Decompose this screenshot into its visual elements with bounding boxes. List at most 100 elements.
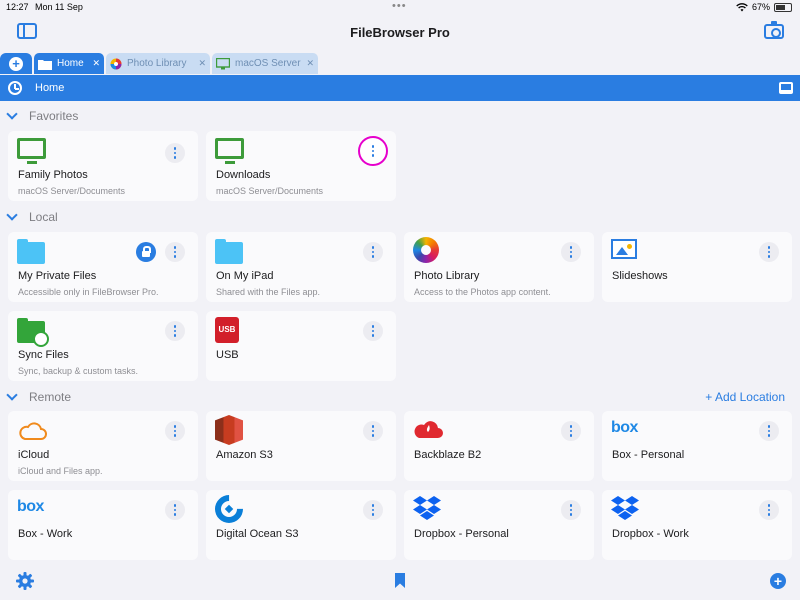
add-location-button[interactable]: + Add Location — [705, 390, 785, 404]
bookmark-icon[interactable] — [395, 573, 405, 588]
lock-icon — [136, 242, 156, 262]
location-card-box-work[interactable]: box Box - Work — [8, 490, 198, 560]
location-card-icloud[interactable]: iCloud iCloud and Files app. — [8, 411, 198, 481]
card-name: Box - Work — [18, 528, 73, 540]
location-card-photo-library[interactable]: Photo Library Access to the Photos app c… — [404, 232, 594, 302]
card-name: Downloads — [216, 169, 271, 181]
more-options-button[interactable] — [165, 500, 185, 520]
location-card-digital-ocean-s3[interactable]: Digital Ocean S3 — [206, 489, 396, 560]
nav-bar: FileBrowser Pro — [0, 14, 800, 52]
location-card-sync-files[interactable]: Sync Files Sync, backup & custom tasks. — [8, 311, 198, 381]
tab-close-icon[interactable]: ✕ — [198, 58, 206, 69]
bottom-toolbar: + — [0, 568, 800, 600]
card-name: Family Photos — [18, 169, 88, 181]
dropbox-icon — [413, 496, 441, 520]
section-remote[interactable]: Remote + Add Location — [0, 388, 800, 406]
card-subtitle: Sync, backup & custom tasks. — [18, 366, 139, 376]
more-options-button[interactable] — [165, 143, 185, 163]
location-card-on-my-ipad[interactable]: On My iPad Shared with the Files app. — [206, 232, 396, 302]
location-card-dropbox-personal[interactable]: Dropbox - Personal — [404, 490, 594, 560]
battery-fill — [776, 4, 786, 10]
card-name: Sync Files — [18, 349, 69, 361]
box-icon: box — [611, 419, 638, 436]
location-card-backblaze-b2[interactable]: Backblaze B2 — [404, 411, 594, 481]
more-options-button[interactable] — [759, 421, 779, 441]
more-options-button[interactable] — [363, 500, 383, 520]
history-icon[interactable] — [8, 81, 22, 95]
app-title: FileBrowser Pro — [350, 25, 450, 40]
add-button[interactable]: + — [770, 573, 786, 589]
gear-icon[interactable] — [16, 572, 34, 590]
path-bar: Home — [0, 75, 800, 101]
status-time: 12:27 — [6, 2, 29, 12]
camera-icon[interactable] — [764, 21, 784, 39]
more-options-button[interactable] — [561, 242, 581, 262]
card-name: iCloud — [18, 449, 50, 461]
more-options-button[interactable] — [561, 421, 581, 441]
section-local[interactable]: Local — [0, 208, 800, 226]
card-name: My Private Files — [18, 270, 97, 282]
wifi-icon — [736, 2, 748, 11]
more-options-button[interactable] — [165, 421, 185, 441]
status-right: 67% — [736, 2, 792, 12]
card-name: Backblaze B2 — [414, 449, 482, 461]
more-options-button[interactable] — [561, 500, 581, 520]
location-card-downloads[interactable]: Downloads macOS Server/Documents — [206, 131, 396, 201]
multitasking-dots[interactable]: ••• — [392, 0, 407, 12]
section-favorites[interactable]: Favorites — [0, 107, 800, 125]
location-card-my-private-files[interactable]: My Private Files Accessible only in File… — [8, 232, 198, 302]
section-title: Remote — [29, 390, 72, 404]
box-icon: box — [17, 498, 44, 515]
tab-home[interactable]: Home ✕ — [34, 53, 104, 74]
location-card-family-photos[interactable]: Family Photos macOS Server/Documents — [8, 131, 198, 201]
more-options-button[interactable] — [759, 500, 779, 520]
more-options-button[interactable] — [165, 321, 185, 341]
tab-label: macOS Server — [235, 58, 301, 69]
chevron-down-icon — [6, 209, 18, 221]
location-card-usb[interactable]: USB USB — [206, 311, 396, 381]
tab-close-icon[interactable]: ✕ — [306, 58, 314, 69]
tab-photo-library[interactable]: Photo Library ✕ — [106, 53, 210, 74]
more-options-button[interactable] — [363, 242, 383, 262]
location-card-amazon-s3[interactable]: Amazon S3 — [206, 411, 396, 481]
display-icon[interactable] — [779, 82, 793, 94]
chevron-down-icon — [6, 389, 18, 401]
tab-close-icon[interactable]: ✕ — [92, 58, 100, 69]
battery-icon — [774, 2, 792, 12]
tab-row: + Home ✕ Photo Library ✕ macOS Server ✕ — [0, 52, 800, 74]
new-tab-button[interactable]: + — [0, 53, 32, 74]
status-date: Mon 11 Sep — [35, 2, 83, 12]
tab-macos-server[interactable]: macOS Server ✕ — [212, 53, 318, 74]
battery-percent: 67% — [751, 2, 770, 12]
photos-icon — [413, 237, 439, 263]
location-card-dropbox-work[interactable]: Dropbox - Work — [602, 490, 792, 560]
card-name: Photo Library — [414, 270, 480, 282]
more-options-button[interactable] — [363, 421, 383, 441]
more-options-button[interactable] — [358, 136, 388, 166]
sync-folder-icon — [17, 318, 49, 347]
plus-icon: + — [9, 56, 23, 71]
photos-icon — [110, 58, 122, 69]
folder-icon — [215, 239, 243, 264]
more-options-button[interactable] — [759, 242, 779, 262]
card-subtitle: Shared with the Files app. — [216, 287, 321, 297]
location-card-box-personal[interactable]: box Box - Personal — [602, 411, 792, 481]
status-bar: 12:27 Mon 11 Sep ••• 67% — [0, 0, 800, 14]
section-title: Local — [29, 210, 58, 224]
card-name: Dropbox - Personal — [414, 528, 509, 540]
card-name: On My iPad — [216, 270, 274, 282]
amazon-s3-icon — [215, 415, 243, 445]
digitalocean-icon — [209, 489, 249, 529]
card-name: Slideshows — [612, 270, 668, 282]
breadcrumb[interactable]: Home — [35, 82, 64, 94]
section-title: Favorites — [29, 109, 79, 123]
folder-icon — [17, 239, 45, 264]
location-card-slideshows[interactable]: Slideshows — [602, 232, 792, 302]
usb-icon: USB — [215, 317, 239, 343]
more-options-button[interactable] — [363, 321, 383, 341]
tab-label: Photo Library — [127, 58, 187, 69]
more-options-button[interactable] — [165, 242, 185, 262]
card-subtitle: macOS Server/Documents — [216, 186, 324, 196]
card-subtitle: Accessible only in FileBrowser Pro. — [18, 287, 159, 297]
monitor-icon — [216, 57, 230, 69]
